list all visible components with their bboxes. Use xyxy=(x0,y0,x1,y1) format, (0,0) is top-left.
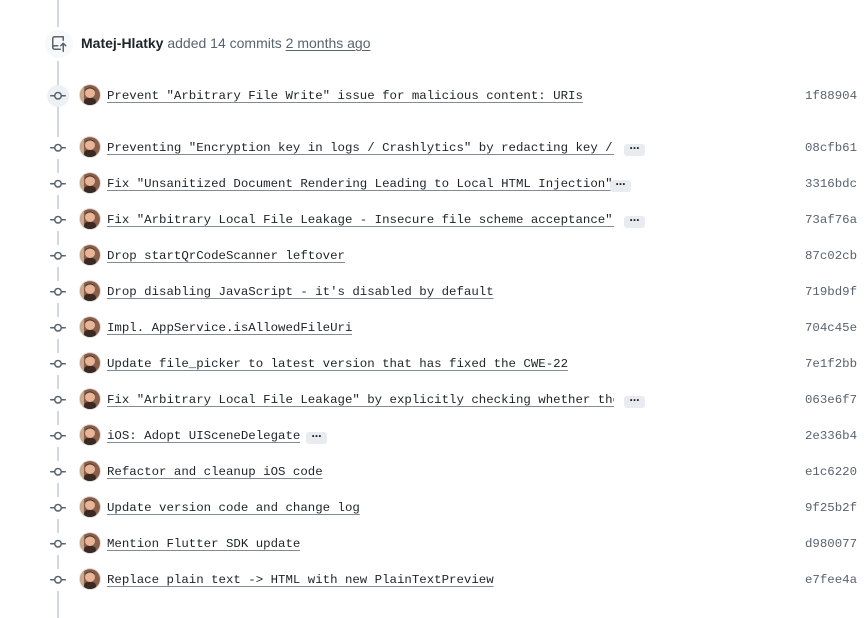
commit-message-link[interactable]: Drop disabling JavaScript - it's disable… xyxy=(107,285,494,299)
avatar[interactable] xyxy=(80,85,100,105)
expand-commit-message-button[interactable]: … xyxy=(624,141,645,156)
commit-message-link[interactable]: Replace plain text -> HTML with new Plai… xyxy=(107,573,494,587)
commit-row: Fix "Arbitrary Local File Leakage - Inse… xyxy=(0,205,868,235)
commit-row: iOS: Adopt UISceneDelegate … 2e336b4 xyxy=(0,421,868,451)
commit-sha-link[interactable]: 7e1f2bb xyxy=(805,357,857,371)
commit-sha-link[interactable]: e7fee4a xyxy=(805,573,857,587)
commit-row: Replace plain text -> HTML with new Plai… xyxy=(0,565,868,595)
avatar[interactable] xyxy=(80,209,100,229)
git-commit-icon xyxy=(47,569,69,591)
avatar[interactable] xyxy=(80,317,100,337)
avatar[interactable] xyxy=(80,533,100,553)
avatar[interactable] xyxy=(80,425,100,445)
commit-sha-link[interactable]: 08cfb61 xyxy=(805,141,857,155)
commit-sha-link[interactable]: 719bd9f xyxy=(805,285,857,299)
commit-message-link[interactable]: Fix "Arbitrary Local File Leakage" by ex… xyxy=(107,393,614,407)
commit-row: Preventing "Encryption key in logs / Cra… xyxy=(0,133,868,163)
ellipsis-icon: … xyxy=(311,429,322,440)
git-commit-icon xyxy=(47,497,69,519)
commit-row: Fix "Unsanitized Document Rendering Lead… xyxy=(0,169,868,199)
repo-push-icon xyxy=(44,29,74,59)
push-event-header: Matej-Hlatky added 14 commits 2 months a… xyxy=(0,28,868,59)
commit-message-link[interactable]: Preventing "Encryption key in logs / Cra… xyxy=(107,141,614,155)
commit-row: Drop disabling JavaScript - it's disable… xyxy=(0,277,868,307)
commit-message-link[interactable]: Fix "Arbitrary Local File Leakage - Inse… xyxy=(107,213,614,227)
git-commit-icon xyxy=(47,85,69,107)
git-commit-icon xyxy=(47,425,69,447)
commit-sha-link[interactable]: 063e6f7 xyxy=(805,393,857,407)
expand-commit-message-button[interactable]: … xyxy=(610,177,631,192)
avatar[interactable] xyxy=(80,389,100,409)
commit-row: Drop startQrCodeScanner leftover 87c02cb xyxy=(0,241,868,271)
push-event-text: Matej-Hlatky added 14 commits 2 months a… xyxy=(81,35,371,51)
commit-message-link[interactable]: Fix "Unsanitized Document Rendering Lead… xyxy=(107,177,613,191)
commit-row: Fix "Arbitrary Local File Leakage" by ex… xyxy=(0,385,868,415)
commit-message-link[interactable]: Prevent "Arbitrary File Write" issue for… xyxy=(107,89,583,103)
avatar[interactable] xyxy=(80,353,100,373)
git-commit-icon xyxy=(47,533,69,555)
commit-message-link[interactable]: Refactor and cleanup iOS code xyxy=(107,465,323,479)
commit-sha-link[interactable]: 3316bdc xyxy=(805,177,857,191)
git-commit-icon xyxy=(47,245,69,267)
avatar[interactable] xyxy=(80,137,100,157)
git-commit-icon xyxy=(47,317,69,339)
commit-message-link[interactable]: Update file_picker to latest version tha… xyxy=(107,357,568,371)
commit-sha-link[interactable]: d980077 xyxy=(805,537,857,551)
commit-sha-link[interactable]: 9f25b2f xyxy=(805,501,857,515)
git-commit-icon xyxy=(47,137,69,159)
commit-message-link[interactable]: Impl. AppService.isAllowedFileUri xyxy=(107,321,352,335)
expand-commit-message-button[interactable]: … xyxy=(306,429,327,444)
commit-sha-link[interactable]: 704c45e xyxy=(805,321,857,335)
commit-row: Impl. AppService.isAllowedFileUri 704c45e xyxy=(0,313,868,343)
git-commit-icon xyxy=(47,461,69,483)
ellipsis-icon: … xyxy=(629,213,640,224)
avatar[interactable] xyxy=(80,569,100,589)
avatar[interactable] xyxy=(80,281,100,301)
commit-sha-link[interactable]: 1f88904 xyxy=(805,89,857,103)
ellipsis-icon: … xyxy=(615,177,626,188)
commit-message-link[interactable]: iOS: Adopt UISceneDelegate xyxy=(107,429,300,443)
commit-sha-link[interactable]: 2e336b4 xyxy=(805,429,857,443)
expand-commit-message-button[interactable]: … xyxy=(624,393,645,408)
commit-row: Refactor and cleanup iOS code e1c6220 xyxy=(0,457,868,487)
ellipsis-icon: … xyxy=(629,141,640,152)
git-commit-icon xyxy=(47,281,69,303)
commit-row: Mention Flutter SDK update d980077 xyxy=(0,529,868,559)
added-commits-text: added 14 commits xyxy=(167,35,282,51)
commit-message-link[interactable]: Drop startQrCodeScanner leftover xyxy=(107,249,345,263)
commit-row: Prevent "Arbitrary File Write" issue for… xyxy=(0,81,868,111)
git-commit-icon xyxy=(47,209,69,231)
commit-row: Update file_picker to latest version tha… xyxy=(0,349,868,379)
git-commit-icon xyxy=(47,173,69,195)
commit-sha-link[interactable]: 87c02cb xyxy=(805,249,857,263)
git-commit-icon xyxy=(47,353,69,375)
ellipsis-icon: … xyxy=(629,393,640,404)
avatar[interactable] xyxy=(80,497,100,517)
commit-sha-link[interactable]: e1c6220 xyxy=(805,465,857,479)
commit-sha-link[interactable]: 73af76a xyxy=(805,213,857,227)
commit-row: Update version code and change log 9f25b2… xyxy=(0,493,868,523)
git-commit-icon xyxy=(47,389,69,411)
avatar[interactable] xyxy=(80,245,100,265)
relative-time-link[interactable]: 2 months ago xyxy=(286,35,371,51)
author-link[interactable]: Matej-Hlatky xyxy=(81,35,163,51)
commit-message-link[interactable]: Mention Flutter SDK update xyxy=(107,537,300,551)
commit-message-link[interactable]: Update version code and change log xyxy=(107,501,360,515)
avatar[interactable] xyxy=(80,461,100,481)
expand-commit-message-button[interactable]: … xyxy=(624,213,645,228)
avatar[interactable] xyxy=(80,173,100,193)
